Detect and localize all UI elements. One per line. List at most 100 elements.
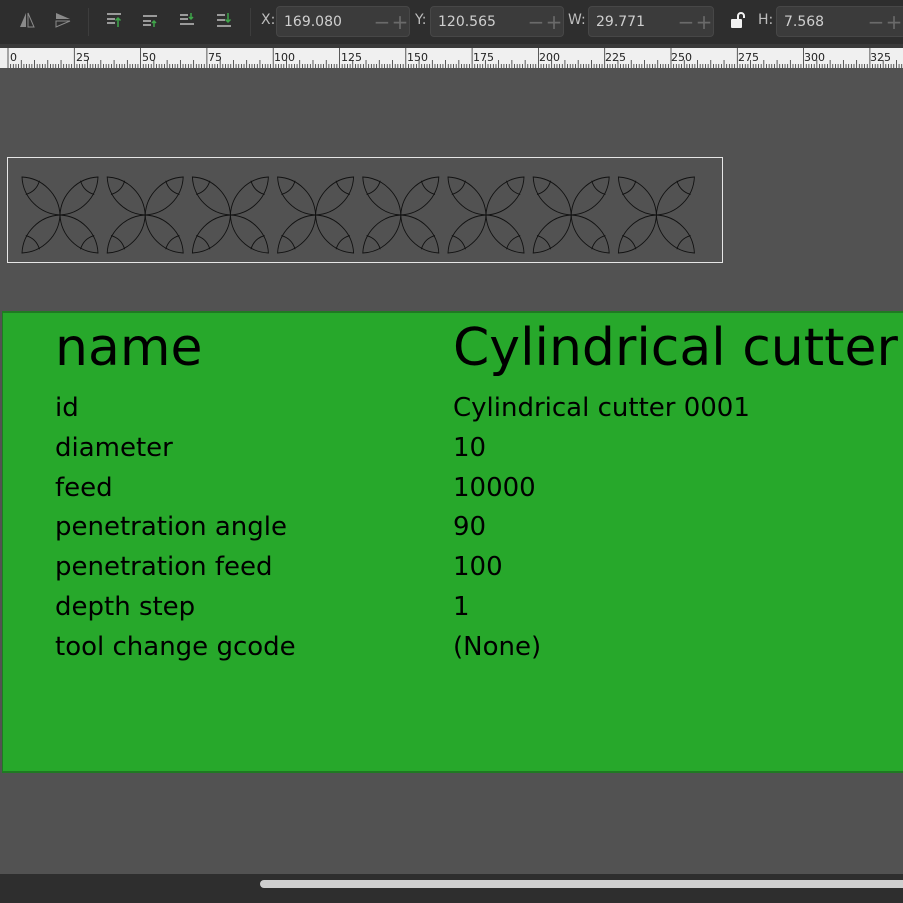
petal-crossline bbox=[622, 235, 637, 250]
property-value: (None) bbox=[453, 632, 542, 662]
tool-property-row: feed 10000 bbox=[3, 470, 903, 510]
tool-property-row: penetration feed 100 bbox=[3, 549, 903, 589]
raise-to-top-icon[interactable] bbox=[105, 11, 123, 29]
lock-open-icon[interactable] bbox=[728, 11, 746, 29]
x-spinbox: − + bbox=[276, 6, 410, 37]
tool-property-row: penetration angle 90 bbox=[3, 509, 903, 549]
petal-path bbox=[277, 176, 317, 216]
property-key: diameter bbox=[55, 433, 173, 463]
petal-crossline bbox=[451, 180, 466, 195]
petal-crossline bbox=[196, 235, 211, 250]
tool-info-card[interactable]: name Cylindrical cutter id Cylindrical c… bbox=[2, 311, 903, 773]
w-input[interactable] bbox=[589, 7, 677, 36]
horizontal-ruler[interactable]: 0 25 50 75 100 125 150 175 200 225 250 2… bbox=[0, 44, 903, 68]
ruler-label: 175 bbox=[473, 51, 494, 64]
ruler-label: 325 bbox=[870, 51, 891, 64]
petal-crossline bbox=[80, 180, 95, 195]
h-increment-button[interactable]: + bbox=[885, 7, 903, 36]
w-label: W: bbox=[568, 12, 586, 28]
petal-crossline bbox=[591, 180, 606, 195]
petal-path bbox=[362, 214, 402, 254]
petal-crossline bbox=[25, 180, 40, 195]
property-key: id bbox=[55, 393, 79, 423]
selected-pattern-group[interactable] bbox=[7, 157, 723, 263]
petal-path bbox=[21, 176, 61, 216]
petal-path bbox=[21, 214, 61, 254]
app-window: X: − + Y: − + W: − + H: − + bbox=[0, 0, 903, 903]
property-value: 10 bbox=[453, 433, 487, 463]
petal-path bbox=[229, 176, 269, 216]
petal-path bbox=[315, 176, 355, 216]
petal-path bbox=[532, 214, 572, 254]
petal-crossline bbox=[506, 180, 521, 195]
petal-path bbox=[144, 214, 184, 254]
raise-icon[interactable] bbox=[141, 11, 159, 29]
h-input[interactable] bbox=[777, 7, 867, 36]
petal-path bbox=[400, 214, 440, 254]
horizontal-scrollbar[interactable] bbox=[0, 874, 903, 903]
petal-path bbox=[655, 214, 695, 254]
petal-crossline bbox=[420, 180, 436, 195]
ruler-label: 225 bbox=[605, 51, 626, 64]
petal-crossline bbox=[80, 235, 95, 250]
petal-crossline bbox=[420, 235, 436, 250]
petal-motif bbox=[447, 176, 525, 254]
ruler-label: 25 bbox=[76, 51, 90, 64]
petal-crossline bbox=[250, 180, 265, 195]
tool-property-row: depth step 1 bbox=[3, 589, 903, 629]
petal-path bbox=[570, 214, 610, 254]
x-increment-button[interactable]: + bbox=[391, 7, 409, 36]
petal-path bbox=[277, 214, 317, 254]
petal-path bbox=[485, 214, 525, 254]
property-value: 10000 bbox=[453, 473, 536, 503]
w-increment-button[interactable]: + bbox=[695, 7, 713, 36]
petal-crossline bbox=[281, 180, 296, 195]
h-decrement-button[interactable]: − bbox=[867, 7, 885, 36]
petal-pattern bbox=[21, 176, 695, 254]
petal-crossline bbox=[335, 235, 350, 250]
petal-path bbox=[315, 214, 355, 254]
y-increment-button[interactable]: + bbox=[545, 7, 563, 36]
ruler-label: 75 bbox=[208, 51, 222, 64]
petal-motif bbox=[21, 176, 99, 254]
h-spinbox: − + bbox=[776, 6, 903, 37]
w-decrement-button[interactable]: − bbox=[677, 7, 695, 36]
property-value: 1 bbox=[453, 592, 470, 622]
property-key: depth step bbox=[55, 592, 196, 622]
petal-path bbox=[59, 176, 99, 216]
petal-crossline bbox=[622, 180, 637, 195]
lower-to-bottom-icon[interactable] bbox=[215, 11, 233, 29]
petal-path bbox=[106, 214, 146, 254]
toolbar-separator bbox=[88, 8, 89, 36]
flip-horizontal-icon[interactable] bbox=[18, 11, 36, 29]
lower-icon[interactable] bbox=[178, 11, 196, 29]
y-label: Y: bbox=[415, 12, 427, 28]
y-decrement-button[interactable]: − bbox=[527, 7, 545, 36]
x-label: X: bbox=[261, 12, 276, 28]
drawing-canvas[interactable]: name Cylindrical cutter id Cylindrical c… bbox=[0, 68, 903, 874]
petal-path bbox=[617, 214, 657, 254]
petal-crossline bbox=[366, 180, 381, 195]
scrollbar-track[interactable] bbox=[0, 874, 903, 903]
toolbar-separator bbox=[250, 8, 251, 36]
x-input[interactable] bbox=[277, 7, 373, 36]
ruler-label: 100 bbox=[274, 51, 295, 64]
x-decrement-button[interactable]: − bbox=[373, 7, 391, 36]
petal-crossline bbox=[25, 235, 40, 250]
property-key: tool change gcode bbox=[55, 632, 296, 662]
petal-crossline bbox=[110, 235, 126, 250]
toolbar: X: − + Y: − + W: − + H: − + bbox=[0, 0, 903, 45]
ruler-label: 150 bbox=[407, 51, 428, 64]
y-input[interactable] bbox=[431, 7, 527, 36]
y-spinbox: − + bbox=[430, 6, 564, 37]
petal-crossline bbox=[165, 235, 180, 250]
flip-vertical-icon[interactable] bbox=[54, 11, 72, 29]
ruler-label: 275 bbox=[738, 51, 759, 64]
property-value: 100 bbox=[453, 552, 503, 582]
petal-path bbox=[362, 176, 402, 216]
petal-path bbox=[59, 214, 99, 254]
petal-path bbox=[400, 176, 440, 216]
ruler-label: 250 bbox=[671, 51, 692, 64]
scrollbar-thumb[interactable] bbox=[260, 880, 903, 888]
petal-path bbox=[144, 176, 184, 216]
